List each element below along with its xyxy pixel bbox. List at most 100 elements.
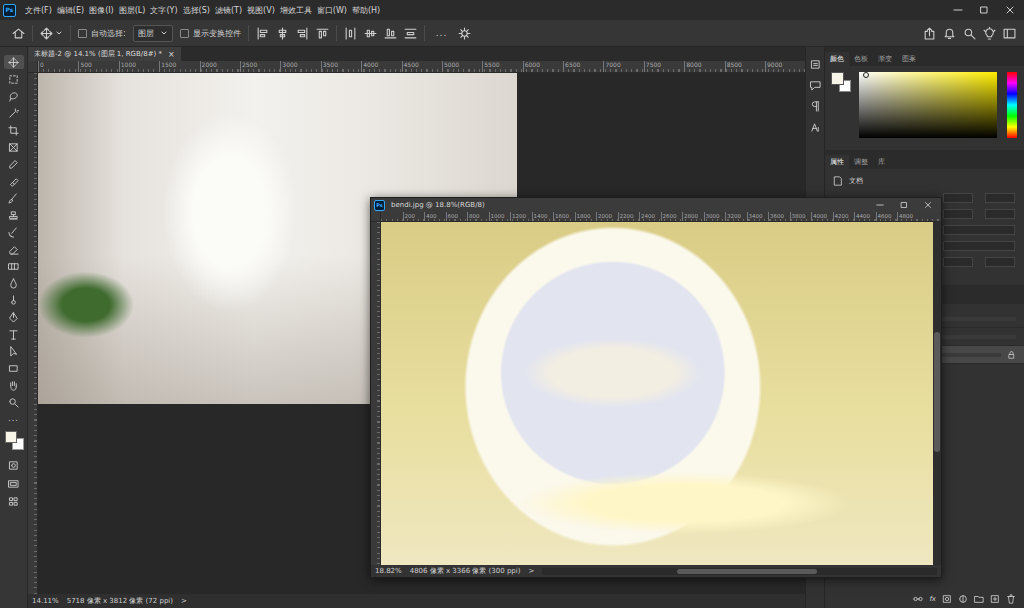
menu-item[interactable]: 滤镜(T) xyxy=(213,5,244,16)
align-middle-icon[interactable] xyxy=(364,27,377,40)
menu-item[interactable]: 帮助(H) xyxy=(350,5,382,16)
menu-item[interactable]: 文字(Y) xyxy=(148,5,179,16)
close-icon[interactable] xyxy=(1004,4,1016,16)
quick-mask-icon[interactable] xyxy=(8,460,19,471)
scroll-thumb[interactable] xyxy=(677,569,817,574)
align-bottom-icon[interactable] xyxy=(384,27,397,40)
new-layer-icon[interactable] xyxy=(990,594,1000,604)
status-menu-arrow[interactable]: > xyxy=(181,597,187,605)
align-top-icon[interactable] xyxy=(316,27,329,40)
align-left-icon[interactable] xyxy=(256,27,269,40)
target-dropdown[interactable]: 图层 xyxy=(133,25,173,42)
chevron-icon[interactable] xyxy=(55,29,63,37)
property-field[interactable] xyxy=(985,193,1015,203)
comment-icon[interactable] xyxy=(810,80,821,91)
close-icon[interactable] xyxy=(923,200,933,210)
property-field[interactable] xyxy=(985,257,1015,267)
hue-slider[interactable] xyxy=(1007,72,1017,138)
tool-button[interactable] xyxy=(4,276,24,290)
picker-marker[interactable] xyxy=(863,72,869,78)
screen-mode-icon[interactable] xyxy=(8,478,19,489)
lock-icon[interactable] xyxy=(1007,350,1016,359)
property-field[interactable] xyxy=(943,241,1015,251)
trash-icon[interactable] xyxy=(1006,594,1016,604)
move-tool-icon[interactable] xyxy=(40,27,53,40)
menu-item[interactable]: 图像(I) xyxy=(87,5,116,16)
tool-button[interactable] xyxy=(4,208,24,222)
tool-button[interactable] xyxy=(4,191,24,205)
panel-tab[interactable]: 调整 xyxy=(849,155,873,169)
tool-button[interactable] xyxy=(4,174,24,188)
tool-button[interactable] xyxy=(4,259,24,273)
align-center-icon[interactable] xyxy=(276,27,289,40)
share-icon[interactable] xyxy=(923,27,936,40)
history-icon[interactable] xyxy=(810,59,821,70)
panel-tab[interactable]: 色板 xyxy=(849,52,873,66)
tool-button[interactable] xyxy=(4,55,24,69)
show-transform-checkbox[interactable]: 显示变换控件 xyxy=(180,28,241,39)
document-image[interactable] xyxy=(381,222,933,565)
window-title-bar[interactable]: Psbendi.jpg @ 18.8%(RGB/8) xyxy=(371,198,941,212)
document-tab[interactable]: 未标题-2 @ 14.1% (图层 1, RGB/8#) *× xyxy=(28,47,181,61)
tool-button[interactable] xyxy=(4,327,24,341)
tool-button[interactable] xyxy=(4,72,24,86)
tool-button[interactable] xyxy=(4,140,24,154)
paragraph-icon[interactable] xyxy=(810,101,821,112)
menu-item[interactable]: 窗口(W) xyxy=(315,5,349,16)
menu-item[interactable]: 增效工具 xyxy=(278,5,314,16)
home-icon[interactable] xyxy=(12,27,25,40)
tool-button[interactable] xyxy=(4,344,24,358)
bulb-icon[interactable] xyxy=(983,27,996,40)
horizontal-scrollbar[interactable] xyxy=(542,568,937,575)
tool-button[interactable] xyxy=(4,157,24,171)
ps-logo[interactable]: Ps xyxy=(3,4,16,17)
tool-button[interactable] xyxy=(4,378,24,392)
status-menu-arrow[interactable]: > xyxy=(528,567,534,575)
link-icon[interactable] xyxy=(913,594,923,604)
menu-item[interactable]: 编辑(E) xyxy=(55,5,86,16)
panel-tab[interactable]: 图案 xyxy=(897,52,921,66)
tool-button[interactable] xyxy=(4,106,24,120)
folder-icon[interactable] xyxy=(974,594,984,604)
property-field[interactable] xyxy=(943,193,973,203)
property-field[interactable] xyxy=(943,209,973,219)
bell-icon[interactable] xyxy=(943,27,956,40)
minimize-icon[interactable] xyxy=(875,200,885,210)
tool-button[interactable] xyxy=(4,361,24,375)
tool-button[interactable] xyxy=(4,89,24,103)
tool-button[interactable] xyxy=(4,123,24,137)
tab-close-button[interactable]: × xyxy=(168,50,175,59)
layer-style-button[interactable]: fx xyxy=(929,595,936,603)
property-field[interactable] xyxy=(985,209,1015,219)
menu-item[interactable]: 图层(L) xyxy=(117,5,148,16)
more-tools-button[interactable]: ... xyxy=(8,414,19,424)
distribute-icon[interactable] xyxy=(344,27,357,40)
tool-button[interactable] xyxy=(4,242,24,256)
color-picker-field[interactable] xyxy=(859,72,997,138)
mask-icon[interactable] xyxy=(942,594,952,604)
menu-item[interactable]: 视图(V) xyxy=(245,5,277,16)
checkbox[interactable] xyxy=(78,29,87,38)
align-right-icon[interactable] xyxy=(296,27,309,40)
checkbox[interactable] xyxy=(180,29,189,38)
edit-toolbar-icon[interactable] xyxy=(8,496,19,507)
auto-select-checkbox[interactable]: 自动选择: xyxy=(78,28,126,39)
menu-item[interactable]: 选择(S) xyxy=(181,5,212,16)
tool-button[interactable] xyxy=(4,395,24,409)
distribute-spacing-icon[interactable] xyxy=(404,27,417,40)
maximize-icon[interactable] xyxy=(899,200,909,210)
tool-button[interactable] xyxy=(4,310,24,324)
panel-tab[interactable]: 库 xyxy=(873,155,890,169)
vertical-scrollbar[interactable] xyxy=(933,222,941,565)
panel-tab[interactable]: 属性 xyxy=(825,155,849,169)
property-field[interactable] xyxy=(943,257,973,267)
character-icon[interactable] xyxy=(810,122,821,133)
minimize-icon[interactable] xyxy=(952,4,964,16)
property-field[interactable] xyxy=(943,225,1015,235)
tool-button[interactable] xyxy=(4,293,24,307)
menu-item[interactable]: 文件(F) xyxy=(23,5,54,16)
scroll-thumb[interactable] xyxy=(934,332,940,452)
color-swatches[interactable] xyxy=(3,429,25,451)
maximize-icon[interactable] xyxy=(978,4,990,16)
search-icon[interactable] xyxy=(963,27,976,40)
